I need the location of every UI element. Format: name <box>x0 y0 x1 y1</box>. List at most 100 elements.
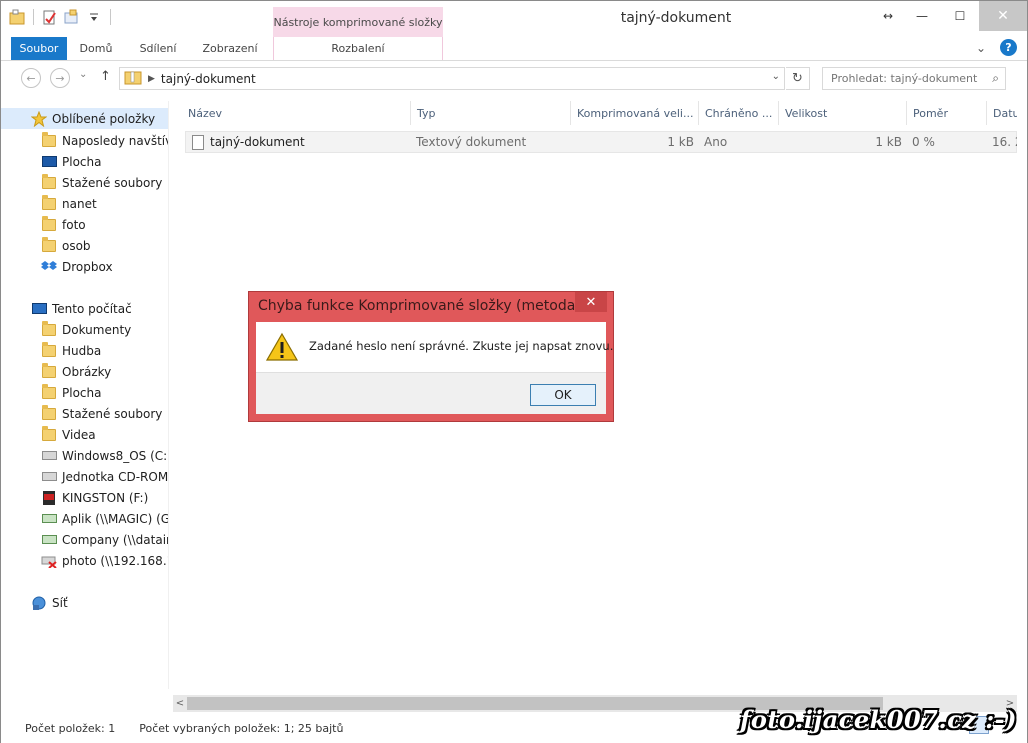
file-name-cell: tajný-dokument <box>186 132 412 152</box>
sidebar-item-foto[interactable]: foto <box>1 214 168 235</box>
expand-ribbon-icon[interactable]: ⌄ <box>976 41 986 55</box>
properties-icon[interactable] <box>42 9 58 25</box>
ribbon-controls: ⌄ ? <box>976 39 1017 56</box>
sidebar-item-label: photo (\\192.168.10. <box>62 553 168 568</box>
file-size: 1 kB <box>875 135 902 149</box>
sidebar-item-network[interactable]: Síť <box>1 592 168 613</box>
refresh-button[interactable]: ↻ <box>786 67 810 90</box>
sidebar-item-label: Plocha <box>62 385 102 400</box>
sidebar-item-photo[interactable]: photo (\\192.168.10. <box>1 550 168 571</box>
sidebar-item-nanet[interactable]: nanet <box>1 193 168 214</box>
tab-share[interactable]: Sdílení <box>127 37 189 60</box>
folder-app-icon <box>9 9 25 25</box>
sidebar-item-label: Company (\\dataint <box>62 532 169 547</box>
up-button[interactable]: ↑ <box>100 69 111 84</box>
maximize-button[interactable]: ☐ <box>941 1 979 31</box>
address-bar[interactable]: ▶ tajný-dokument ⌄ <box>119 67 785 90</box>
desktop-icon <box>41 383 57 401</box>
selected-count: Počet vybraných položek: 1; 25 bajtů <box>139 721 344 735</box>
sidebar-item-documents[interactable]: Dokumenty <box>1 319 168 340</box>
window-controls: ↔ — ☐ ✕ <box>873 1 1027 31</box>
watermark: foto.ijacek007.cz :-) <box>740 705 1017 734</box>
text-document-icon <box>192 134 204 150</box>
column-header-date[interactable]: Datu <box>987 101 1017 125</box>
sidebar-item-videos[interactable]: Videa <box>1 424 168 445</box>
customize-toolbar-icon[interactable] <box>86 9 102 25</box>
breadcrumb-separator-icon: ▶ <box>148 73 155 84</box>
column-header-compressed-size[interactable]: Komprimovaná veli... <box>571 101 699 125</box>
sidebar-item-music[interactable]: Hudba <box>1 340 168 361</box>
scroll-left-icon[interactable]: < <box>173 696 187 711</box>
sidebar-item-drive-c[interactable]: Windows8_OS (C:) <box>1 445 168 466</box>
search-icon[interactable]: ⌕ <box>992 71 999 86</box>
sidebar-item-downloads[interactable]: Stažené soubory <box>1 172 168 193</box>
search-box[interactable]: ⌕ <box>822 67 1006 90</box>
file-ratio: 0 % <box>912 135 935 149</box>
file-name: tajný-dokument <box>210 135 305 149</box>
table-row[interactable]: tajný-dokument Textový dokument 1 kB Ano… <box>185 131 1017 153</box>
file-date: 16. 2 <box>992 135 1017 149</box>
tab-home[interactable]: Domů <box>69 37 123 60</box>
sidebar-item-aplik[interactable]: Aplik (\\MAGIC) (G:) <box>1 508 168 529</box>
context-tab-group-label: Nástroje komprimované složky <box>273 7 443 37</box>
recent-locations-icon[interactable]: ⌄ <box>79 69 87 80</box>
sidebar-item-this-pc[interactable]: Tento počítač <box>1 298 168 319</box>
desktop-icon <box>41 154 57 170</box>
sidebar-item-osob[interactable]: osob <box>1 235 168 256</box>
sidebar-item-recent[interactable]: Naposledy navštívené <box>1 130 168 151</box>
star-icon <box>31 110 47 127</box>
sidebar-item-desktop-pc[interactable]: Plocha <box>1 382 168 403</box>
ok-button[interactable]: OK <box>530 384 596 406</box>
minimize-button[interactable]: — <box>903 1 941 31</box>
column-header-size[interactable]: Velikost <box>779 101 907 125</box>
sidebar-item-downloads-pc[interactable]: Stažené soubory <box>1 403 168 424</box>
search-input[interactable] <box>831 72 981 85</box>
help-icon[interactable]: ? <box>1000 39 1017 56</box>
downloads-icon <box>41 173 57 191</box>
address-dropdown-icon[interactable]: ⌄ <box>772 71 780 82</box>
forward-button[interactable]: → <box>50 68 70 88</box>
dialog-message: Zadané heslo není správné. Zkuste jej na… <box>309 339 614 353</box>
sidebar-item-label: Dropbox <box>62 259 113 274</box>
network-drive-icon <box>41 532 57 548</box>
tab-file[interactable]: Soubor <box>11 37 67 60</box>
item-count: Počet položek: 1 <box>25 721 116 735</box>
sidebar-item-kingston[interactable]: KINGSTON (F:) <box>1 487 168 508</box>
column-header-protected[interactable]: Chráněno ... <box>699 101 779 125</box>
tab-view[interactable]: Zobrazení <box>193 37 267 60</box>
sidebar-item-favorites[interactable]: Oblíbené položky <box>1 108 168 129</box>
window-title: tajný-dokument <box>620 10 732 26</box>
dropbox-icon <box>41 259 57 275</box>
sidebar-item-label: Hudba <box>62 343 102 358</box>
warning-icon <box>265 332 299 362</box>
new-folder-icon[interactable] <box>64 9 80 25</box>
sidebar-item-dropbox[interactable]: Dropbox <box>1 256 168 277</box>
zip-folder-icon <box>124 69 142 88</box>
column-header-ratio[interactable]: Poměr <box>907 101 987 125</box>
breadcrumb[interactable]: tajný-dokument <box>161 72 256 86</box>
column-header-name[interactable]: Název <box>173 101 411 125</box>
sidebar-item-label: Videa <box>62 427 96 442</box>
resize-icon[interactable]: ↔ <box>873 1 903 31</box>
sidebar-item-pictures[interactable]: Obrázky <box>1 361 168 382</box>
close-button[interactable]: ✕ <box>979 1 1027 31</box>
dialog-message-area: Zadané heslo není správné. Zkuste jej na… <box>256 322 613 373</box>
cdrom-icon <box>41 469 57 485</box>
sidebar-item-desktop[interactable]: Plocha <box>1 151 168 172</box>
sidebar-item-label: Naposledy navštívené <box>62 133 168 148</box>
folder-icon <box>41 236 57 254</box>
tab-extract[interactable]: Rozbalení <box>273 37 443 60</box>
dialog-close-button[interactable]: ✕ <box>575 292 607 312</box>
sidebar-item-cdrom[interactable]: Jednotka CD-ROM ( <box>1 466 168 487</box>
sidebar-item-label: Obrázky <box>62 364 112 379</box>
sidebar-item-company[interactable]: Company (\\dataint <box>1 529 169 550</box>
sidebar-item-label: foto <box>62 217 86 232</box>
disconnected-drive-icon <box>41 553 57 569</box>
network-drive-icon <box>41 511 57 527</box>
sidebar-item-label: Stažené soubory <box>62 406 163 421</box>
dialog-body: Zadané heslo není správné. Zkuste jej na… <box>256 322 613 414</box>
column-header-type[interactable]: Typ <box>411 101 571 125</box>
dialog-footer: OK <box>256 373 606 414</box>
sidebar-item-label: osob <box>62 238 91 253</box>
back-button[interactable]: ← <box>21 68 41 88</box>
